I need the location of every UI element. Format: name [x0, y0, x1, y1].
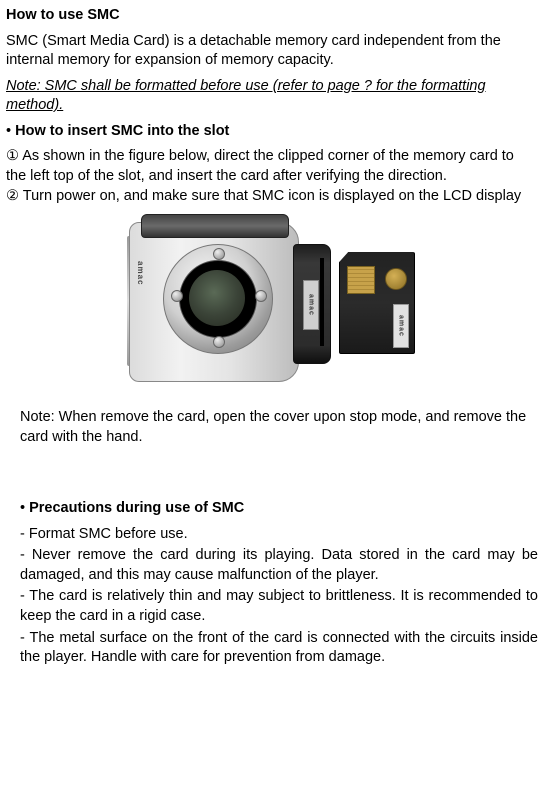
precaution-item-2: - The card is relatively thin and may su… — [20, 587, 538, 626]
step2-marker: ② — [6, 188, 19, 204]
precautions-heading: Precautions during use of SMC — [29, 500, 244, 516]
precaution-item-3: - The metal surface on the front of the … — [20, 629, 538, 668]
smc-contact-circle-icon — [385, 268, 407, 290]
format-note: Note: SMC shall be formatted before use … — [6, 77, 538, 116]
page-title: How to use SMC — [6, 6, 538, 26]
device-button-top — [213, 248, 225, 260]
precautions-heading-bullet: • — [20, 500, 25, 516]
smc-brand-label: amac — [393, 304, 409, 348]
step1-text: As shown in the figure below, direct the… — [6, 148, 514, 184]
device-lcd-screen — [189, 270, 245, 326]
spacer — [6, 453, 538, 495]
device-top-bar — [141, 214, 289, 238]
insert-step2: ② Turn power on, and make sure that SMC … — [6, 187, 538, 207]
precaution-item-1: - Never remove the card during its playi… — [20, 546, 538, 585]
device-brand-label: amac — [135, 244, 145, 302]
precautions-heading-line: • Precautions during use of SMC — [20, 499, 538, 519]
remove-note: Note: When remove the card, open the cov… — [6, 408, 538, 447]
insert-section: • How to insert SMC into the slot ① As s… — [6, 122, 538, 206]
device-button-right — [255, 290, 267, 302]
device-slot-opening — [320, 258, 324, 346]
device-button-left — [171, 290, 183, 302]
step1-marker: ① — [6, 148, 19, 164]
intro-text: SMC (Smart Media Card) is a detachable m… — [6, 32, 538, 71]
device-button-bottom — [213, 336, 225, 348]
step2-text: Turn power on, and make sure that SMC ic… — [23, 188, 521, 204]
device-figure: amac amac amac — [117, 208, 427, 398]
precautions-section: • Precautions during use of SMC - Format… — [6, 499, 538, 668]
smc-gold-contacts-icon — [347, 266, 375, 294]
insert-step1: ① As shown in the figure below, direct t… — [6, 147, 538, 186]
device-slot-brand-label: amac — [303, 280, 319, 330]
precaution-item-0: - Format SMC before use. — [20, 525, 538, 545]
device-figure-wrap: amac amac amac — [6, 208, 538, 398]
insert-heading-bullet: • — [6, 123, 11, 139]
insert-heading: How to insert SMC into the slot — [15, 123, 229, 139]
insert-heading-line: • How to insert SMC into the slot — [6, 122, 538, 142]
